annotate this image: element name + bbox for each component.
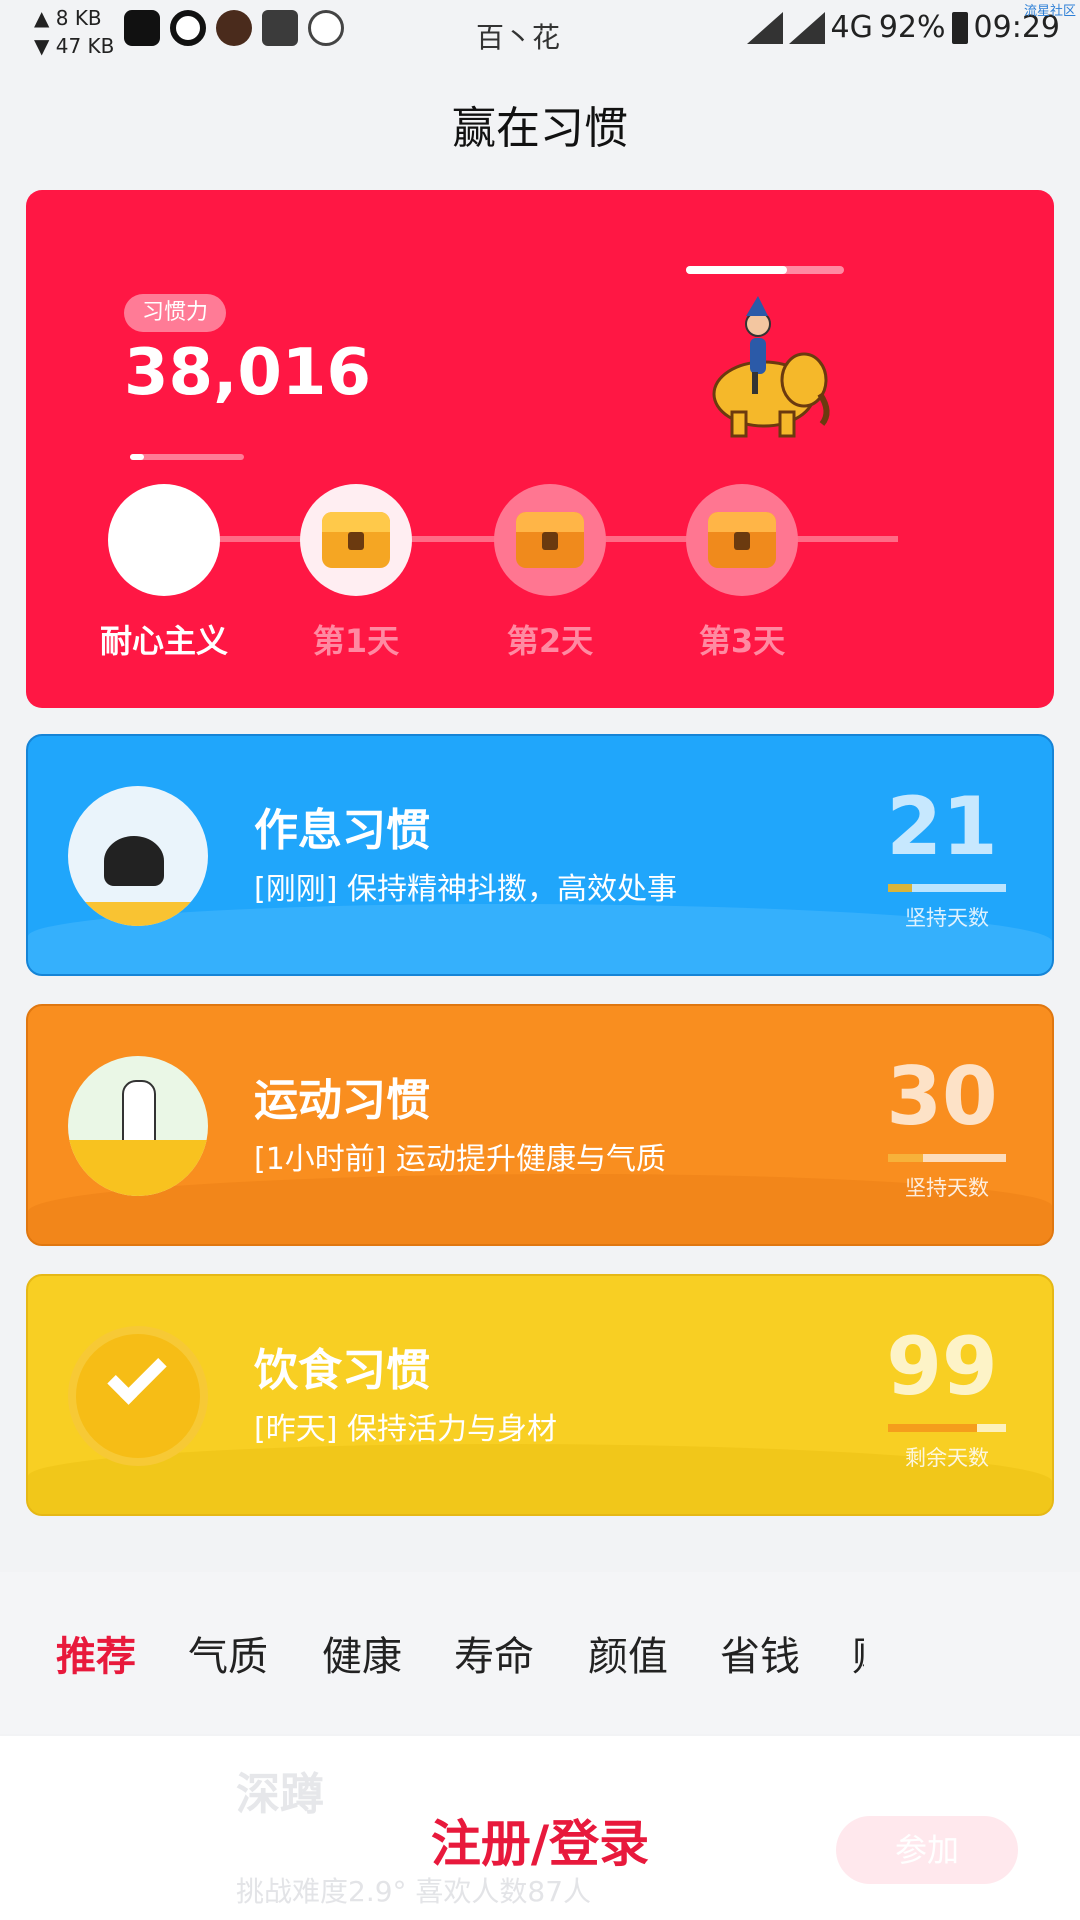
habit-power-badge: 习惯力 bbox=[124, 294, 227, 332]
status-right: 4G 92% 09:29 bbox=[746, 10, 1060, 45]
habit-subtitle: [刚刚] 保持精神抖擞，高效处事 bbox=[254, 872, 677, 907]
milestone-3[interactable] bbox=[494, 484, 606, 596]
tab-recommend[interactable]: 推荐 bbox=[56, 1624, 136, 1682]
login-bottom-sheet: 深蹲 挑战难度2.9° 喜欢人数87人 参加 注册/登录 bbox=[0, 1736, 1080, 1920]
milestone-2[interactable] bbox=[300, 484, 412, 596]
milestone-4[interactable] bbox=[686, 484, 798, 596]
habit-progress-fill bbox=[888, 1424, 977, 1432]
download-speed: ▼ 47 KB bbox=[34, 34, 115, 58]
app-header: 赢在习惯 bbox=[0, 62, 1080, 178]
treasure-chest-icon bbox=[322, 512, 390, 568]
challenge-stats: 挑战难度2.9° 喜欢人数87人 bbox=[236, 1875, 592, 1908]
habit-title: 作息习惯 bbox=[254, 805, 430, 856]
notification-icons bbox=[124, 10, 344, 46]
habit-days-caption: 坚持天数 bbox=[905, 1176, 989, 1200]
habit-card-diet[interactable]: 饮食习惯 [昨天] 保持活力与身材 99 剩余天数 bbox=[26, 1274, 1054, 1516]
register-login-button[interactable]: 注册/登录 bbox=[0, 1804, 1080, 1876]
exercising-person-icon bbox=[68, 1056, 208, 1196]
upload-speed: ▲ 8 KB bbox=[34, 6, 102, 30]
milestone-1[interactable] bbox=[108, 484, 220, 596]
battery-icon bbox=[951, 11, 968, 44]
level-progress-bar bbox=[686, 266, 844, 274]
no-food-check-icon bbox=[68, 1326, 208, 1466]
habit-progress-bar bbox=[888, 1154, 1006, 1162]
shield-icon bbox=[308, 10, 344, 46]
habit-progress-bar bbox=[888, 884, 1006, 892]
habit-power-card[interactable]: 习惯力 38,016 耐心主义 第1天 第2天 第3天 bbox=[26, 190, 1054, 708]
milestone-label: 第3天 bbox=[698, 622, 786, 660]
habit-card-sport[interactable]: 运动习惯 [1小时前] 运动提升健康与气质 30 坚持天数 bbox=[26, 1004, 1054, 1246]
alien-app-icon bbox=[262, 10, 298, 46]
level-progress-fill bbox=[686, 266, 788, 274]
habit-days-number: 99 bbox=[886, 1320, 998, 1413]
habit-card-sleep[interactable]: 作息习惯 [刚刚] 保持精神抖擞，高效处事 21 坚持天数 bbox=[26, 734, 1054, 976]
tab-lifespan[interactable]: 寿命 bbox=[454, 1624, 534, 1682]
score-progress-bar bbox=[130, 454, 244, 460]
signal-icon-2 bbox=[788, 11, 825, 44]
milestone-label: 第1天 bbox=[312, 622, 400, 660]
watermark: 流星社区 bbox=[1023, 4, 1076, 19]
habit-progress-fill bbox=[888, 884, 912, 892]
app-screen: ▲ 8 KB ▼ 47 KB 百丶花 4G 92% 09:29 流星社区 赢在习… bbox=[0, 0, 1080, 1920]
gallery-icon bbox=[124, 10, 160, 46]
page-title: 赢在习惯 bbox=[452, 103, 628, 154]
locked-chest-icon bbox=[708, 512, 776, 568]
tab-health[interactable]: 健康 bbox=[322, 1624, 402, 1682]
check-icon bbox=[107, 1345, 167, 1405]
sleeping-girl-icon bbox=[68, 786, 208, 926]
habit-progress-fill bbox=[888, 1154, 924, 1162]
habit-subtitle: [1小时前] 运动提升健康与气质 bbox=[254, 1142, 667, 1177]
score-progress-fill bbox=[130, 454, 144, 460]
tab-temperament[interactable]: 气质 bbox=[188, 1624, 268, 1682]
milestone-label: 耐心主义 bbox=[99, 622, 228, 660]
status-bar: ▲ 8 KB ▼ 47 KB 百丶花 4G 92% 09:29 流星社区 bbox=[0, 0, 1080, 62]
elephant-rider-icon bbox=[712, 296, 830, 438]
signal-icon bbox=[746, 11, 783, 44]
carrier-name: 百丶花 bbox=[476, 21, 561, 54]
habit-days-number: 30 bbox=[886, 1050, 998, 1143]
habit-days-number: 21 bbox=[886, 780, 998, 873]
milestone-label: 第2天 bbox=[506, 622, 594, 660]
tab-appearance[interactable]: 颜值 bbox=[588, 1624, 668, 1682]
tab-save-money[interactable]: 省钱 bbox=[720, 1624, 800, 1682]
locked-chest-icon bbox=[516, 512, 584, 568]
circle-app-icon bbox=[170, 10, 206, 46]
avatar-app-icon bbox=[216, 10, 252, 46]
habit-days-caption: 坚持天数 bbox=[905, 906, 989, 930]
battery-percent: 92% bbox=[878, 10, 946, 45]
habit-title: 饮食习惯 bbox=[254, 1345, 430, 1396]
habit-days-caption: 剩余天数 bbox=[905, 1446, 989, 1470]
habit-power-score: 38,016 bbox=[124, 336, 371, 410]
category-tabs: 推荐 气质 健康 寿命 颜值 省钱 财 bbox=[0, 1572, 1080, 1734]
habit-subtitle: [昨天] 保持活力与身材 bbox=[254, 1412, 557, 1447]
tab-wealth[interactable]: 财 bbox=[852, 1624, 864, 1682]
network-type: 4G bbox=[830, 10, 873, 45]
habit-progress-bar bbox=[888, 1424, 1006, 1432]
network-speed: ▲ 8 KB ▼ 47 KB bbox=[34, 4, 114, 60]
habit-title: 运动习惯 bbox=[254, 1075, 430, 1126]
